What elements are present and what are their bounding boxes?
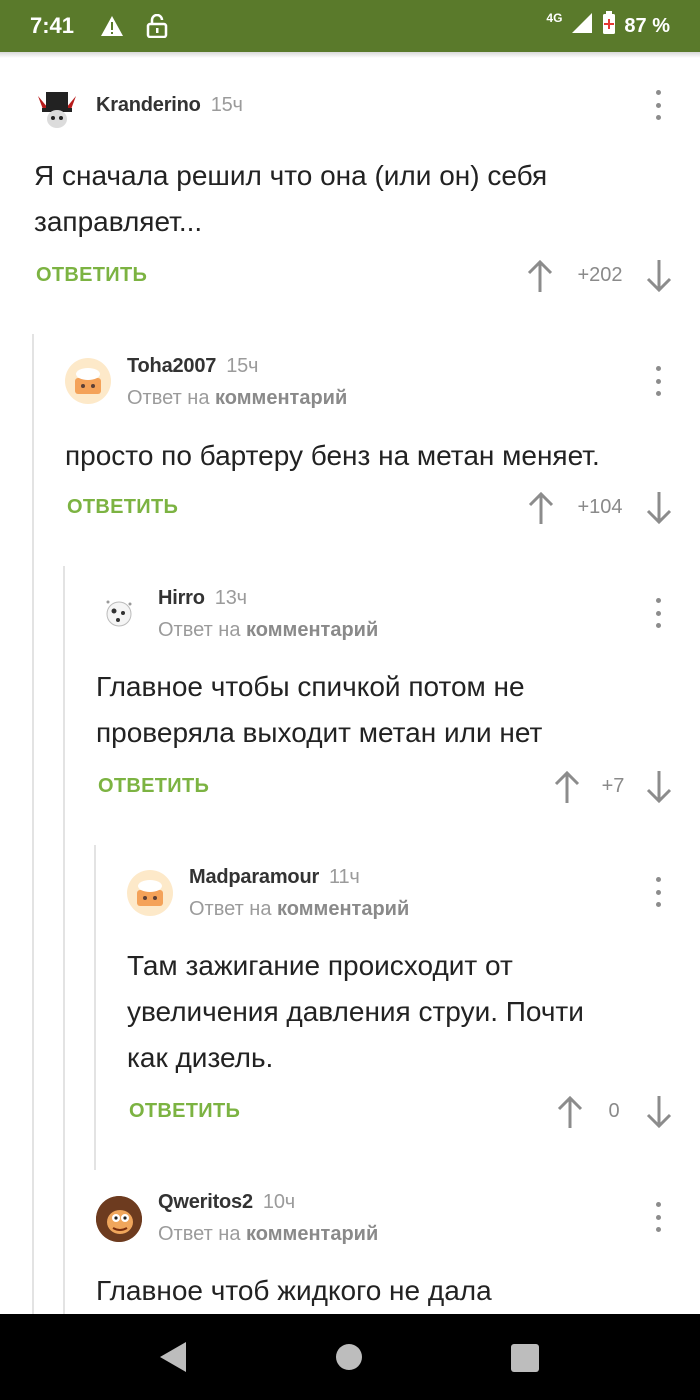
comment-text: Главное чтобы спичкой потом не проверяла… [96,664,686,756]
reply-to-target[interactable]: комментарий [277,898,409,920]
author-name[interactable]: Toha2007 [127,355,216,377]
more-options-icon[interactable] [655,877,661,907]
reply-to-link[interactable]: Ответ на комментарий [189,898,409,921]
avatar[interactable] [127,870,173,916]
upvote-icon[interactable] [554,770,580,804]
comment-author[interactable]: Hirro 13ч [158,587,247,610]
comment-text-line: проверяла выходит метан или нет [96,717,543,748]
network-type: 4G [546,11,563,25]
comment-time: 10ч [262,1191,295,1213]
reply-to-target[interactable]: комментарий [215,387,347,409]
signal-icon [570,12,594,40]
author-name[interactable]: Qweritos2 [158,1191,253,1213]
reply-to-prefix: Ответ на [189,898,272,920]
reply-to-prefix: Ответ на [158,619,241,641]
reply-to-link[interactable]: Ответ на комментарий [127,387,347,410]
more-options-icon[interactable] [655,90,661,120]
upvote-icon[interactable] [528,491,554,525]
downvote-icon[interactable] [646,770,672,804]
avatar[interactable] [34,86,80,132]
comment-time: 15ч [210,94,243,116]
more-options-icon[interactable] [655,598,661,628]
status-time: 7:41 [30,13,75,38]
comment-score: +104 [577,496,623,518]
comment-text: просто по бартеру бенз на метан меняет. [65,433,685,479]
warning-icon [100,15,124,37]
comment-time: 13ч [214,587,247,609]
comment-time: 11ч [329,866,360,888]
reply-button[interactable]: ОТВЕТИТЬ [129,1100,240,1123]
downvote-icon[interactable] [646,1095,672,1129]
reply-to-link[interactable]: Ответ на комментарий [158,619,378,642]
battery-icon [602,11,616,41]
author-name[interactable]: Madparamour [189,866,319,888]
comment-text-line: увеличения давления струи. Почти [127,996,584,1027]
comment-author[interactable]: Madparamour 11ч [189,866,360,889]
comment-text-line: Там зажигание происходит от [127,950,513,981]
reply-button[interactable]: ОТВЕТИТЬ [36,264,147,287]
reply-button[interactable]: ОТВЕТИТЬ [67,496,178,519]
comment-text-line: заправляет... [34,206,203,237]
comment-time: 15ч [226,355,259,377]
status-bar: 7:41 4G 87 % [0,0,700,52]
comment-author[interactable]: Qweritos2 10ч [158,1191,295,1214]
comment-score: +7 [601,775,625,797]
reply-button[interactable]: ОТВЕТИТЬ [98,775,209,798]
author-name[interactable]: Hirro [158,587,205,609]
comment-text-line: Я сначала решил что она (или он) себя [34,160,548,191]
comment-text-line: Главное чтоб жидкого не дала [96,1275,492,1306]
avatar[interactable] [96,1196,142,1242]
more-options-icon[interactable] [655,1202,661,1232]
downvote-icon[interactable] [646,491,672,525]
thread-line [94,845,96,1170]
comment-score: +202 [577,264,623,286]
downvote-icon[interactable] [646,259,672,293]
reply-to-link[interactable]: Ответ на комментарий [158,1223,378,1246]
comment-text: Я сначала решил что она (или он) себя за… [34,153,674,245]
reply-to-target[interactable]: комментарий [246,619,378,641]
recents-icon[interactable] [511,1344,539,1372]
author-name[interactable]: Kranderino [96,94,201,116]
unlock-icon [146,14,168,38]
avatar[interactable] [65,358,111,404]
thread-line [63,566,65,1314]
back-icon[interactable] [160,1342,186,1372]
comment-author[interactable]: Kranderino 15ч [96,94,243,117]
thread-line [32,334,34,1314]
reply-to-prefix: Ответ на [127,387,210,409]
status-bar-shadow [0,52,700,58]
comment-text: Там зажигание происходит от увеличения д… [127,943,687,1081]
more-options-icon[interactable] [655,366,661,396]
comment-text-line: просто по бартеру бенз на метан меняет. [65,440,600,471]
home-icon[interactable] [336,1344,362,1370]
avatar[interactable] [96,590,142,636]
comment-text-line: как дизель. [127,1042,274,1073]
upvote-icon[interactable] [527,259,553,293]
navigation-bar [0,1314,700,1400]
comment-author[interactable]: Toha2007 15ч [127,355,258,378]
comment-score: 0 [608,1100,620,1122]
comment-text-line: Главное чтобы спичкой потом не [96,671,525,702]
reply-to-target[interactable]: комментарий [246,1223,378,1245]
battery-level: 87 % [624,14,670,37]
comment-text: Главное чтоб жидкого не дала [96,1268,686,1314]
reply-to-prefix: Ответ на [158,1223,241,1245]
